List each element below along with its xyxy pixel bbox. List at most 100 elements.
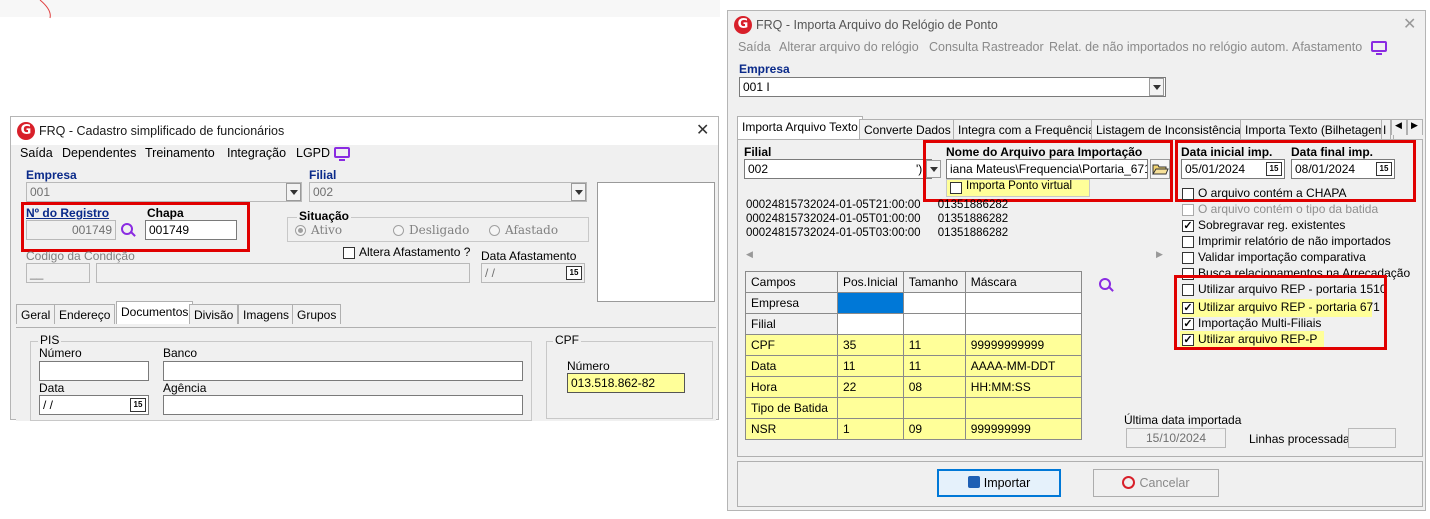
file-line-1-cpf: 01351886282 xyxy=(937,199,1009,211)
scroll-right-icon[interactable]: ▶ xyxy=(1156,249,1163,260)
empresa-field[interactable]: 001 xyxy=(26,182,302,202)
grid-mask-cell[interactable] xyxy=(964,313,1082,335)
grid-header-campos[interactable]: Campos xyxy=(745,271,838,293)
grid-campo-cell[interactable]: Tipo de Batida xyxy=(745,397,838,419)
cpf-numero-field[interactable]: 013.518.862-82 xyxy=(567,373,685,393)
grid-pos-cell[interactable]: 22 xyxy=(837,376,904,398)
filial-field[interactable]: 002 xyxy=(744,159,932,179)
scroll-left-icon[interactable]: ◀ xyxy=(746,249,753,260)
option-chapa-checkbox[interactable] xyxy=(1182,188,1194,200)
pis-calendar-icon[interactable]: 15 xyxy=(130,398,146,412)
grid-mask-cell[interactable] xyxy=(964,292,1082,314)
grid-campo-cell[interactable]: Hora xyxy=(745,376,838,398)
grid-campo-cell[interactable]: CPF xyxy=(745,334,838,356)
option-tipo-batida-checkbox[interactable] xyxy=(1182,204,1194,216)
grid-tam-cell[interactable]: 08 xyxy=(902,376,966,398)
calendar-icon[interactable]: 15 xyxy=(566,266,582,280)
grid-campo-cell[interactable]: Filial xyxy=(745,313,838,335)
option-imprimir-checkbox[interactable] xyxy=(1182,236,1194,248)
grid-tam-cell[interactable] xyxy=(902,313,966,335)
empresa-dropdown-icon[interactable] xyxy=(286,183,301,201)
tab-converte-dados[interactable]: Converte Dados xyxy=(859,119,956,139)
grid-mask-cell[interactable]: 99999999999 xyxy=(964,334,1082,356)
menu-lgpd[interactable]: LGPD xyxy=(296,146,330,160)
menu-dependentes[interactable]: Dependentes xyxy=(62,146,136,160)
monitor-icon[interactable] xyxy=(334,147,350,161)
grid-header-tamanho[interactable]: Tamanho xyxy=(902,271,966,293)
table-row[interactable]: Data 11 11 AAAA-MM-DDT xyxy=(745,355,1082,377)
monitor-icon[interactable] xyxy=(1371,41,1387,55)
grid-campo-cell[interactable]: NSR xyxy=(745,418,838,440)
tab-geral[interactable]: Geral xyxy=(16,304,56,324)
tab-divisao[interactable]: Divisão xyxy=(189,304,239,324)
grid-mask-cell[interactable]: HH:MM:SS xyxy=(964,376,1082,398)
close-icon[interactable]: ✕ xyxy=(696,120,709,140)
grid-mask-cell[interactable]: 999999999 xyxy=(964,418,1082,440)
table-row[interactable]: CPF 35 11 99999999999 xyxy=(745,334,1082,356)
table-row[interactable]: Empresa xyxy=(745,292,1082,314)
grid-mask-cell[interactable]: AAAA-MM-DDT xyxy=(964,355,1082,377)
tab-importa-arquivo-texto[interactable]: Importa Arquivo Texto xyxy=(737,116,863,139)
tab-scroll-left-icon[interactable]: ◀ xyxy=(1391,119,1407,135)
tab-overflow[interactable]: I xyxy=(1381,119,1391,139)
grid-mask-cell[interactable] xyxy=(964,397,1082,419)
grid-pos-cell[interactable]: 35 xyxy=(837,334,904,356)
grid-pos-cell[interactable]: 1 xyxy=(837,418,904,440)
table-row[interactable]: NSR 1 09 999999999 xyxy=(745,418,1082,440)
table-row[interactable]: Filial xyxy=(745,313,1082,335)
search-icon[interactable] xyxy=(1099,278,1113,292)
grid-campo-cell[interactable]: Empresa xyxy=(745,292,838,314)
tab-documentos[interactable]: Documentos xyxy=(116,301,194,324)
grid-pos-cell[interactable] xyxy=(837,397,904,419)
grid-tam-cell[interactable] xyxy=(902,397,966,419)
table-row[interactable]: Tipo de Batida xyxy=(745,397,1082,419)
menu-saida[interactable]: Saída xyxy=(738,40,771,54)
option-sobregravar-checkbox[interactable]: ✓ xyxy=(1182,220,1194,232)
grid-pos-cell[interactable] xyxy=(837,313,904,335)
tab-imagens[interactable]: Imagens xyxy=(238,304,295,324)
situacao-desligado-radio[interactable] xyxy=(393,225,404,236)
condicao-descricao-field[interactable] xyxy=(96,263,470,283)
empresa-field[interactable]: 001 I xyxy=(739,77,1166,97)
grid-tam-cell[interactable] xyxy=(902,292,966,314)
grid-pos-cell[interactable]: 11 xyxy=(837,355,904,377)
tab-endereco[interactable]: Endereço xyxy=(54,304,116,324)
cancelar-button[interactable]: Cancelar xyxy=(1093,469,1219,497)
menu-consulta-rastreador[interactable]: Consulta Rastreador xyxy=(929,40,1044,54)
menu-afastamento[interactable]: Afastamento xyxy=(1292,40,1362,54)
filial-dropdown-icon[interactable] xyxy=(571,183,586,201)
pis-numero-field[interactable] xyxy=(39,361,149,381)
importar-button[interactable]: Importar xyxy=(937,469,1061,497)
banco-field[interactable] xyxy=(163,361,523,381)
ultima-data-field[interactable]: 15/10/2024 xyxy=(1126,428,1226,448)
tab-importa-texto-bilhetagem[interactable]: Importa Texto (Bilhetagem) xyxy=(1240,119,1394,139)
empresa-dropdown-icon[interactable] xyxy=(1149,78,1164,96)
menu-treinamento[interactable]: Treinamento xyxy=(145,146,215,160)
situacao-afastado-radio[interactable] xyxy=(489,225,500,236)
grid-tam-cell[interactable]: 11 xyxy=(902,334,966,356)
tab-listagem-inconsistencias[interactable]: Listagem de Inconsistências xyxy=(1091,119,1252,139)
agencia-field[interactable] xyxy=(163,395,523,415)
grid-tam-cell[interactable]: 09 xyxy=(902,418,966,440)
tab-grupos[interactable]: Grupos xyxy=(292,304,342,324)
situacao-ativo-label: Ativo xyxy=(311,223,343,237)
table-row[interactable]: Hora 22 08 HH:MM:SS xyxy=(745,376,1082,398)
filial-field[interactable]: 002 xyxy=(309,182,587,202)
altera-afastamento-checkbox[interactable] xyxy=(343,247,355,259)
grid-header-mascara[interactable]: Máscara xyxy=(964,271,1082,293)
menu-integracao[interactable]: Integração xyxy=(227,146,286,160)
situacao-ativo-radio[interactable] xyxy=(295,225,306,236)
option-validar-checkbox[interactable] xyxy=(1182,252,1194,264)
tab-integra-frequencia[interactable]: Integra com a Frequência xyxy=(953,119,1100,139)
menu-saida[interactable]: Saída xyxy=(20,146,53,160)
codigo-condicao-field[interactable]: __ xyxy=(26,263,90,283)
menu-alterar-arquivo[interactable]: Alterar arquivo do relógio xyxy=(779,40,919,54)
grid-header-pos-inicial[interactable]: Pos.Inicial xyxy=(837,271,904,293)
close-icon[interactable]: ✕ xyxy=(1403,14,1416,34)
grid-tam-cell[interactable]: 11 xyxy=(902,355,966,377)
grid-campo-cell[interactable]: Data xyxy=(745,355,838,377)
linhas-processadas-field[interactable] xyxy=(1348,428,1396,448)
menu-relat-nao-importados[interactable]: Relat. de não importados no relógio auto… xyxy=(1049,40,1289,54)
grid-pos-cell[interactable] xyxy=(837,292,904,314)
tab-scroll-right-icon[interactable]: ▶ xyxy=(1407,119,1423,135)
